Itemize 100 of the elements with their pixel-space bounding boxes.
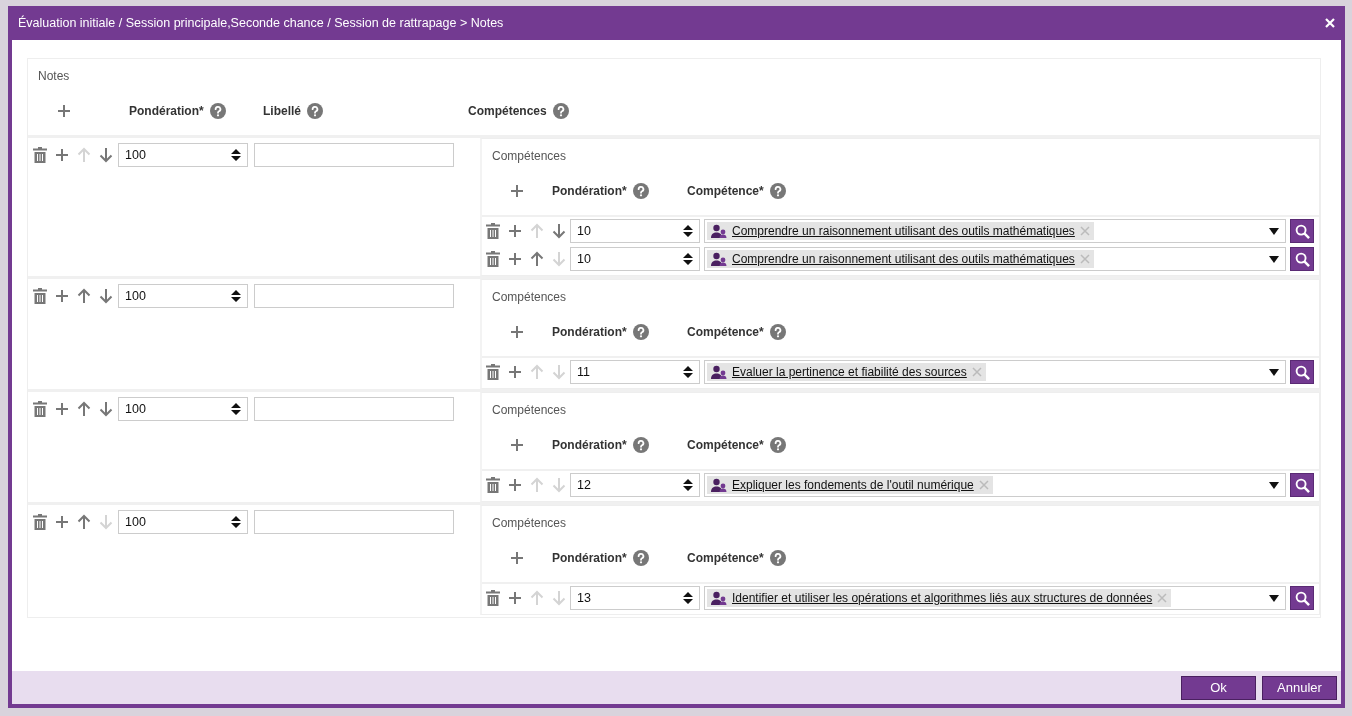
section-label: Compétences bbox=[492, 290, 567, 304]
dropdown-icon[interactable] bbox=[1269, 368, 1279, 376]
competence-link[interactable]: Identifier et utiliser les opérations et algorithmes liés aux structures de données bbox=[732, 591, 1153, 605]
add-icon[interactable] bbox=[510, 184, 524, 198]
add-icon[interactable] bbox=[55, 148, 69, 162]
competence-link[interactable]: Comprendre un raisonnement utilisant des outils mathématiques bbox=[732, 252, 1075, 266]
arrow-up-icon[interactable] bbox=[530, 251, 544, 267]
help-icon[interactable] bbox=[209, 103, 226, 119]
help-icon[interactable] bbox=[632, 550, 649, 566]
search-icon bbox=[1294, 590, 1310, 606]
spinner-icon[interactable] bbox=[683, 478, 693, 492]
competence-select[interactable]: Comprendre un raisonnement utilisant des outils mathématiques bbox=[704, 219, 1286, 243]
add-icon[interactable] bbox=[55, 289, 69, 303]
dropdown-icon[interactable] bbox=[1269, 594, 1279, 602]
spinner-icon[interactable] bbox=[231, 402, 241, 416]
weight-field[interactable]: 13 bbox=[570, 586, 700, 610]
add-icon[interactable] bbox=[508, 478, 522, 492]
search-button[interactable] bbox=[1290, 473, 1314, 497]
add-icon[interactable] bbox=[57, 104, 71, 118]
spinner-icon[interactable] bbox=[683, 365, 693, 379]
column-header: Pondération* bbox=[129, 104, 204, 118]
arrow-down-icon[interactable] bbox=[99, 147, 113, 163]
trash-icon[interactable] bbox=[486, 223, 500, 239]
add-icon[interactable] bbox=[510, 325, 524, 339]
arrow-down-icon[interactable] bbox=[552, 223, 566, 239]
competence-link[interactable]: Comprendre un raisonnement utilisant des outils mathématiques bbox=[732, 224, 1075, 238]
search-button[interactable] bbox=[1290, 247, 1314, 271]
add-icon[interactable] bbox=[508, 252, 522, 266]
column-header: Compétence* bbox=[687, 184, 764, 198]
add-icon[interactable] bbox=[508, 365, 522, 379]
search-button[interactable] bbox=[1290, 360, 1314, 384]
weight-field[interactable]: 11 bbox=[570, 360, 700, 384]
competence-link[interactable]: Evaluer la pertinence et fiabilité des sources bbox=[732, 365, 967, 379]
spinner-icon[interactable] bbox=[683, 224, 693, 238]
help-icon[interactable] bbox=[769, 437, 786, 453]
spinner-icon[interactable] bbox=[231, 515, 241, 529]
label-field[interactable] bbox=[254, 397, 454, 421]
label-field[interactable] bbox=[254, 510, 454, 534]
people-icon bbox=[711, 365, 727, 379]
label-field[interactable] bbox=[254, 284, 454, 308]
column-header: Pondération* bbox=[552, 551, 627, 565]
arrow-up-icon[interactable] bbox=[77, 401, 91, 417]
competence-select[interactable]: Expliquer les fondements de l'outil numérique bbox=[704, 473, 1286, 497]
trash-icon[interactable] bbox=[33, 514, 47, 530]
competence-link[interactable]: Expliquer les fondements de l'outil numérique bbox=[732, 478, 974, 492]
section-label: Compétences bbox=[492, 516, 567, 530]
column-header: Compétence* bbox=[687, 438, 764, 452]
competence-select[interactable]: Evaluer la pertinence et fiabilité des sources bbox=[704, 360, 1286, 384]
dropdown-icon[interactable] bbox=[1269, 227, 1279, 235]
add-icon[interactable] bbox=[55, 515, 69, 529]
help-icon[interactable] bbox=[632, 324, 649, 340]
weight-field[interactable]: 100 bbox=[118, 143, 248, 167]
competence-select[interactable]: Identifier et utiliser les opérations et algorithmes liés aux structures de données bbox=[704, 586, 1286, 610]
weight-field[interactable]: 100 bbox=[118, 284, 248, 308]
help-icon[interactable] bbox=[552, 103, 569, 119]
arrow-up-icon[interactable] bbox=[77, 288, 91, 304]
help-icon[interactable] bbox=[307, 103, 323, 119]
weight-field[interactable]: 10 bbox=[570, 219, 700, 243]
search-button[interactable] bbox=[1290, 586, 1314, 610]
help-icon[interactable] bbox=[769, 550, 786, 566]
spinner-icon[interactable] bbox=[231, 148, 241, 162]
weight-field[interactable]: 100 bbox=[118, 397, 248, 421]
trash-icon[interactable] bbox=[33, 147, 47, 163]
dropdown-icon[interactable] bbox=[1269, 255, 1279, 263]
add-icon[interactable] bbox=[510, 438, 524, 452]
trash-icon[interactable] bbox=[486, 477, 500, 493]
add-icon[interactable] bbox=[508, 224, 522, 238]
add-icon[interactable] bbox=[510, 551, 524, 565]
add-icon[interactable] bbox=[55, 402, 69, 416]
spinner-icon[interactable] bbox=[683, 591, 693, 605]
trash-icon[interactable] bbox=[486, 364, 500, 380]
section-label: Compétences bbox=[492, 149, 567, 163]
trash-icon[interactable] bbox=[33, 401, 47, 417]
column-header: Pondération* bbox=[552, 438, 627, 452]
people-icon bbox=[711, 478, 727, 492]
add-icon[interactable] bbox=[508, 591, 522, 605]
search-icon bbox=[1294, 223, 1310, 239]
weight-field[interactable]: 100 bbox=[118, 510, 248, 534]
weight-field[interactable]: 12 bbox=[570, 473, 700, 497]
arrow-down-icon[interactable] bbox=[99, 401, 113, 417]
ok-button[interactable]: Ok bbox=[1181, 675, 1256, 700]
close-icon[interactable] bbox=[1325, 18, 1335, 28]
arrow-down-icon[interactable] bbox=[99, 288, 113, 304]
cancel-button[interactable]: Annuler bbox=[1262, 675, 1337, 700]
competence-select[interactable]: Comprendre un raisonnement utilisant des outils mathématiques bbox=[704, 247, 1286, 271]
trash-icon[interactable] bbox=[486, 590, 500, 606]
spinner-icon[interactable] bbox=[231, 289, 241, 303]
help-icon[interactable] bbox=[769, 324, 786, 340]
help-icon[interactable] bbox=[632, 183, 649, 199]
search-button[interactable] bbox=[1290, 219, 1314, 243]
help-icon[interactable] bbox=[769, 183, 786, 199]
weight-field[interactable]: 10 bbox=[570, 247, 700, 271]
trash-icon[interactable] bbox=[486, 251, 500, 267]
label-field[interactable] bbox=[254, 143, 454, 167]
trash-icon[interactable] bbox=[33, 288, 47, 304]
spinner-icon[interactable] bbox=[683, 252, 693, 266]
arrow-up-icon[interactable] bbox=[77, 514, 91, 530]
dropdown-icon[interactable] bbox=[1269, 481, 1279, 489]
column-header: Pondération* bbox=[552, 184, 627, 198]
help-icon[interactable] bbox=[632, 437, 649, 453]
